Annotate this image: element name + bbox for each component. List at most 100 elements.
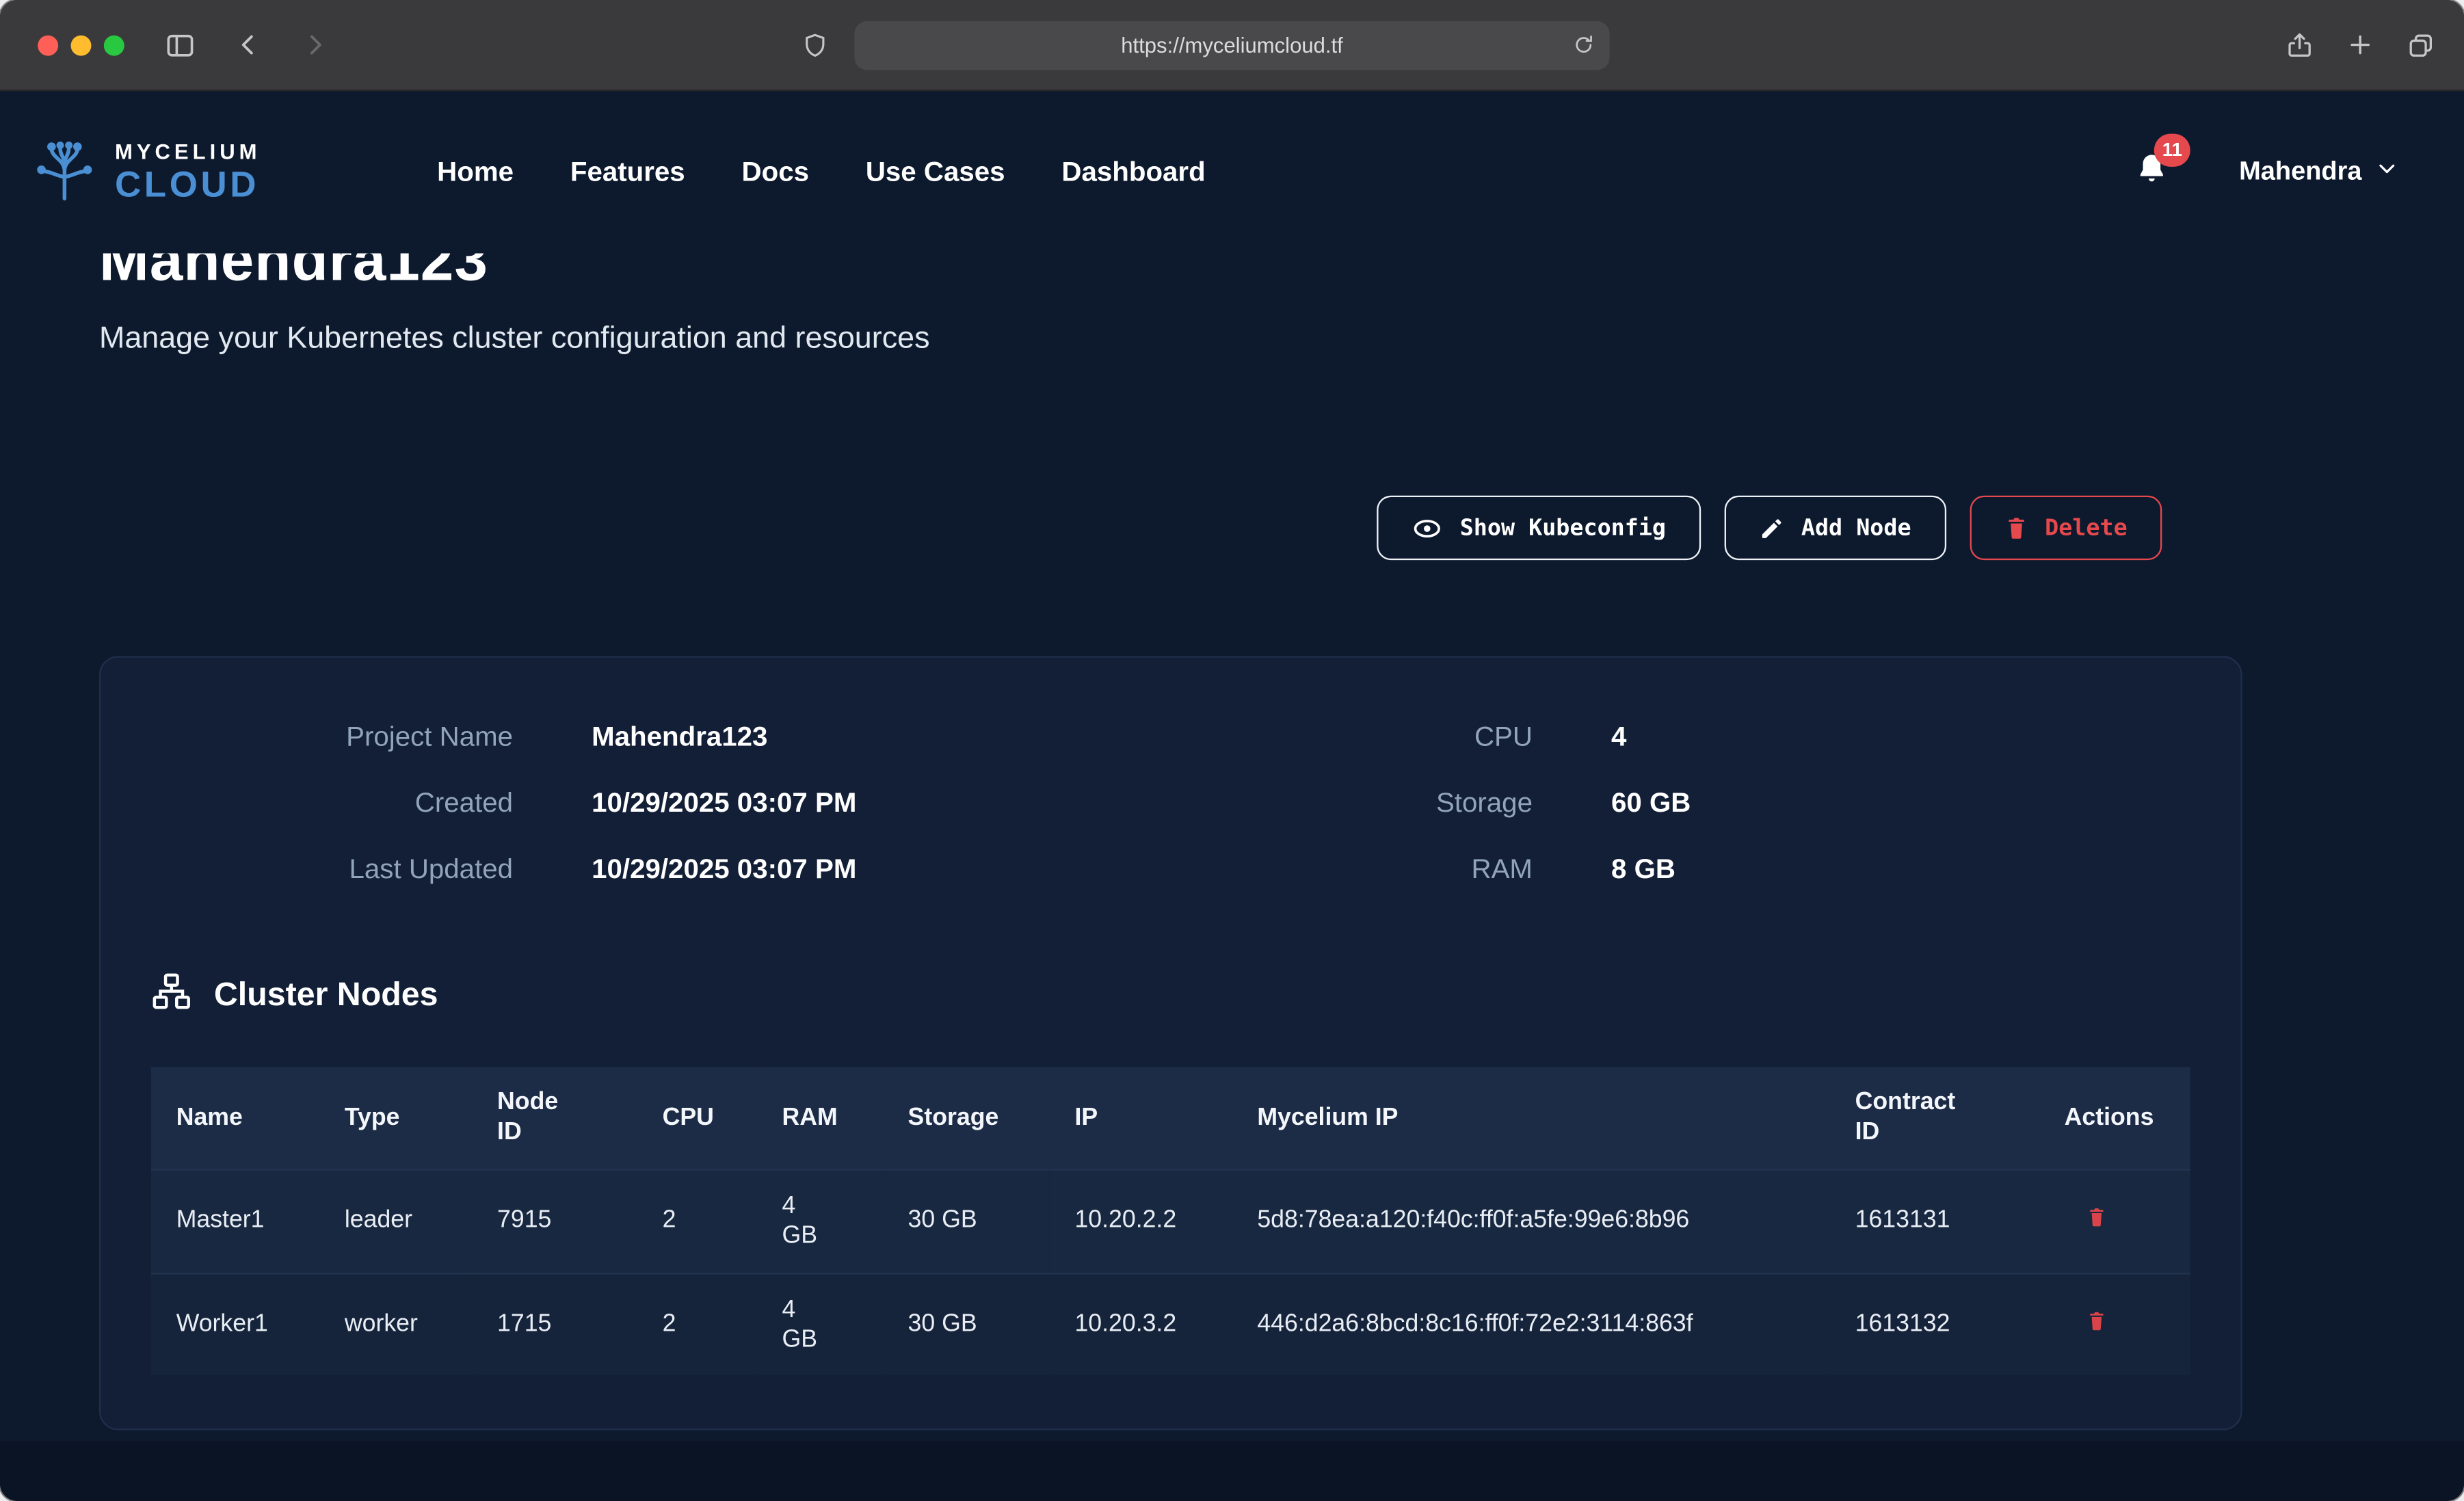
info-label: Created bbox=[151, 786, 513, 819]
cell-contract-id: 1613131 bbox=[1830, 1169, 2039, 1273]
user-menu[interactable]: Mahendra bbox=[2239, 157, 2398, 187]
cell-cpu: 2 bbox=[637, 1169, 757, 1273]
trash-icon bbox=[2087, 1205, 2107, 1233]
new-tab-icon[interactable] bbox=[2346, 31, 2374, 59]
page-content: Mahendra123 Manage your Kubernetes clust… bbox=[0, 253, 2464, 1441]
nav-link-features[interactable]: Features bbox=[570, 156, 685, 189]
info-label: Last Updated bbox=[151, 853, 513, 886]
trash-icon bbox=[2004, 514, 2028, 541]
cell-mycelium-ip: 5d8:78ea:a120:f40c:ff0f:a5fe:99e6:8b96 bbox=[1232, 1169, 1830, 1273]
col-header-storage: Storage bbox=[883, 1067, 1050, 1169]
delete-node-button[interactable] bbox=[2087, 1205, 2107, 1233]
page-title-clip: Mahendra123 bbox=[99, 253, 2464, 295]
cluster-actions: Show Kubeconfig Add Node Delete bbox=[99, 496, 2162, 560]
shield-icon[interactable] bbox=[801, 31, 829, 59]
cluster-info-left: Project Name Mahendra123 Created 10/29/2… bbox=[151, 721, 1171, 886]
share-icon[interactable] bbox=[2285, 30, 2315, 60]
main-nav: Home Features Docs Use Cases Dashboard bbox=[437, 156, 1206, 189]
cluster-nodes-title: Cluster Nodes bbox=[214, 977, 438, 1014]
back-icon[interactable] bbox=[235, 31, 263, 59]
trash-icon bbox=[2087, 1309, 2107, 1337]
info-label: RAM bbox=[1171, 853, 1533, 886]
info-label: Project Name bbox=[151, 721, 513, 754]
url-text: https://myceliumcloud.tf bbox=[1121, 33, 1343, 57]
cell-name: Master1 bbox=[151, 1169, 319, 1273]
col-header-mycelium-ip: Mycelium IP bbox=[1232, 1067, 1830, 1169]
page-title: Mahendra123 bbox=[99, 253, 2464, 295]
info-label: Storage bbox=[1171, 786, 1533, 819]
forward-icon[interactable] bbox=[300, 31, 328, 59]
cell-type: leader bbox=[319, 1169, 472, 1273]
show-kubeconfig-button[interactable]: Show Kubeconfig bbox=[1377, 496, 1701, 560]
delete-node-button[interactable] bbox=[2087, 1309, 2107, 1337]
info-value: 60 GB bbox=[1611, 786, 2190, 819]
cell-ram: 4 GB bbox=[757, 1273, 883, 1375]
bell-icon bbox=[2134, 166, 2170, 193]
url-bar[interactable]: https://myceliumcloud.tf bbox=[854, 21, 1609, 69]
nav-link-use-cases[interactable]: Use Cases bbox=[866, 156, 1005, 189]
logo-line2: CLOUD bbox=[115, 164, 261, 202]
cluster-info-right: CPU 4 Storage 60 GB RAM 8 GB bbox=[1171, 721, 2190, 886]
site-header: MYCELIUM CLOUD Home Features Docs Use Ca… bbox=[0, 91, 2464, 253]
cell-ram: 4 GB bbox=[757, 1169, 883, 1273]
mycelium-logo-icon bbox=[28, 134, 101, 211]
eye-icon bbox=[1411, 512, 1442, 544]
pencil-icon bbox=[1759, 516, 1784, 541]
table-row: Master1 leader 7915 2 4 GB 30 GB 10.20.2… bbox=[151, 1169, 2190, 1273]
cell-name: Worker1 bbox=[151, 1273, 319, 1375]
cell-ip: 10.20.3.2 bbox=[1050, 1273, 1232, 1375]
info-value: 4 bbox=[1611, 721, 2190, 754]
cell-actions bbox=[2039, 1273, 2190, 1375]
cell-node-id: 7915 bbox=[472, 1169, 637, 1273]
col-header-name: Name bbox=[151, 1067, 319, 1169]
cell-storage: 30 GB bbox=[883, 1273, 1050, 1375]
minimize-window-button[interactable] bbox=[71, 35, 92, 55]
user-name: Mahendra bbox=[2239, 157, 2361, 187]
reload-icon[interactable] bbox=[1572, 33, 1595, 57]
nav-link-home[interactable]: Home bbox=[437, 156, 514, 189]
chevron-down-icon bbox=[2376, 157, 2398, 187]
page-footer bbox=[0, 1442, 2464, 1501]
col-header-ip: IP bbox=[1050, 1067, 1232, 1169]
cell-ip: 10.20.2.2 bbox=[1050, 1169, 1232, 1273]
col-header-type: Type bbox=[319, 1067, 472, 1169]
notification-badge: 11 bbox=[2154, 133, 2190, 165]
add-node-button[interactable]: Add Node bbox=[1724, 496, 1946, 560]
nav-link-dashboard[interactable]: Dashboard bbox=[1061, 156, 1205, 189]
cell-node-id: 1715 bbox=[472, 1273, 637, 1375]
col-header-node-id: Node ID bbox=[472, 1067, 637, 1169]
col-header-actions: Actions bbox=[2039, 1067, 2190, 1169]
info-value: 8 GB bbox=[1611, 853, 2190, 886]
sitemap-icon bbox=[151, 971, 192, 1020]
table-header-row: Name Type Node ID CPU RAM Storage IP Myc… bbox=[151, 1067, 2190, 1169]
cluster-nodes-table: Name Type Node ID CPU RAM Storage IP Myc… bbox=[151, 1067, 2190, 1376]
sidebar-toggle-icon[interactable] bbox=[163, 28, 196, 61]
delete-cluster-button[interactable]: Delete bbox=[1970, 496, 2162, 560]
cell-actions bbox=[2039, 1169, 2190, 1273]
nav-link-docs[interactable]: Docs bbox=[742, 156, 809, 189]
notifications-button[interactable]: 11 bbox=[2134, 150, 2170, 194]
info-label: CPU bbox=[1171, 721, 1533, 754]
cluster-info: Project Name Mahendra123 Created 10/29/2… bbox=[151, 721, 2190, 886]
cell-contract-id: 1613132 bbox=[1830, 1273, 2039, 1375]
cell-type: worker bbox=[319, 1273, 472, 1375]
browser-toolbar: https://myceliumcloud.tf bbox=[0, 0, 2464, 91]
logo-line1: MYCELIUM bbox=[115, 142, 261, 165]
brand-logo[interactable]: MYCELIUM CLOUD bbox=[28, 134, 261, 211]
tab-overview-icon[interactable] bbox=[2406, 30, 2436, 60]
info-value: Mahendra123 bbox=[592, 721, 1171, 754]
col-header-cpu: CPU bbox=[637, 1067, 757, 1169]
col-header-ram: RAM bbox=[757, 1067, 883, 1169]
table-row: Worker1 worker 1715 2 4 GB 30 GB 10.20.3… bbox=[151, 1273, 2190, 1375]
cell-cpu: 2 bbox=[637, 1273, 757, 1375]
screenshot-stage: https://myceliumcloud.tf bbox=[0, 0, 2464, 1501]
traffic-lights bbox=[38, 35, 124, 55]
close-window-button[interactable] bbox=[38, 35, 58, 55]
cell-storage: 30 GB bbox=[883, 1169, 1050, 1273]
zoom-window-button[interactable] bbox=[104, 35, 124, 55]
page-subtitle: Manage your Kubernetes cluster configura… bbox=[99, 321, 2464, 357]
cluster-nodes-heading: Cluster Nodes bbox=[151, 971, 2190, 1020]
cell-mycelium-ip: 446:d2a6:8bcd:8c16:ff0f:72e2:3114:863f bbox=[1232, 1273, 1830, 1375]
info-value: 10/29/2025 03:07 PM bbox=[592, 853, 1171, 886]
safari-window: https://myceliumcloud.tf bbox=[0, 0, 2464, 1501]
